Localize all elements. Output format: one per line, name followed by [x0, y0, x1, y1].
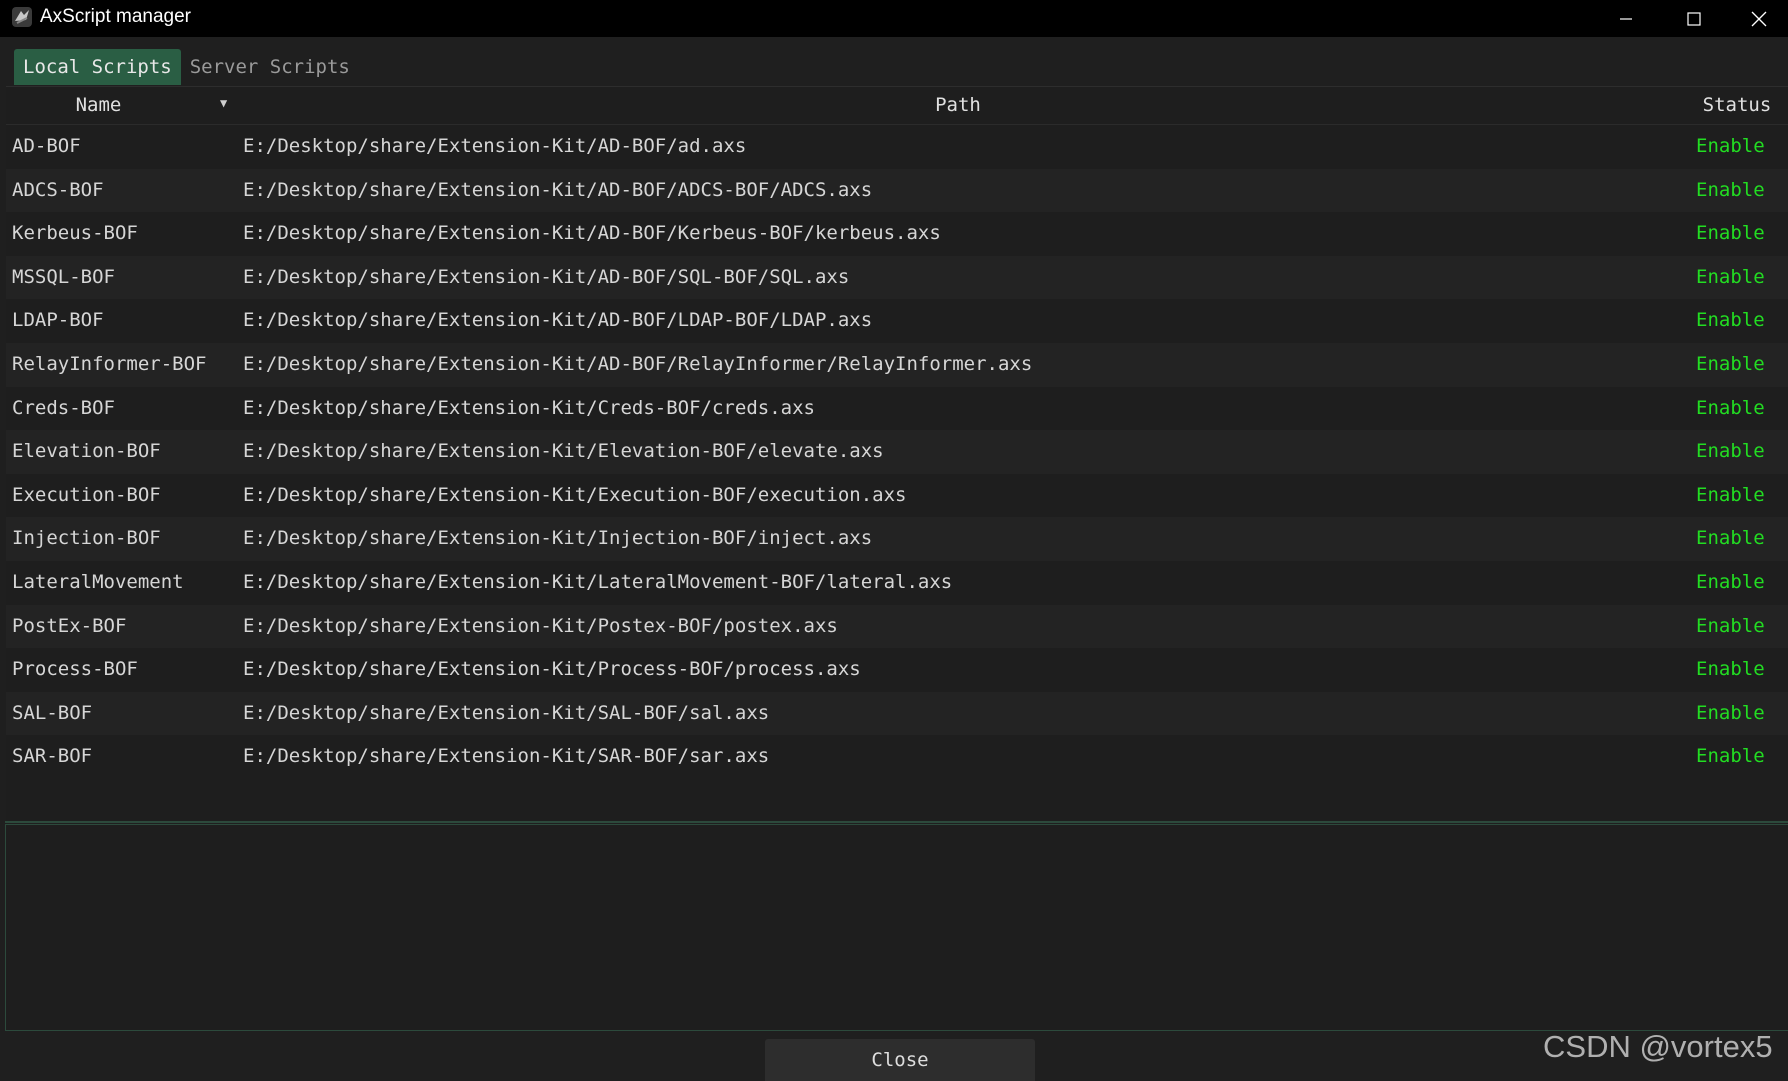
minimize-button[interactable] — [1592, 0, 1660, 37]
script-path-cell: E:/Desktop/share/Extension-Kit/SAL-BOF/s… — [243, 701, 770, 724]
table-row[interactable]: ADCS-BOF E:/Desktop/share/Extension-Kit/A… — [6, 168, 1788, 213]
table-row[interactable]: PostEx-BOF E:/Desktop/share/Extension-Kit… — [6, 604, 1788, 649]
script-name-cell: Elevation-BOF — [12, 440, 161, 463]
table-row[interactable]: AD-BOF E:/Desktop/share/Extension-Kit/AD-… — [6, 125, 1788, 169]
tab-local-scripts[interactable]: Local Scripts — [14, 49, 181, 85]
script-status-cell: Enable — [1696, 701, 1765, 724]
script-status-cell: Enable — [1696, 483, 1765, 506]
scripts-table: Name ▼ Path Status AD-BOF E:/Desktop/shar… — [6, 86, 1788, 823]
script-name-cell: ADCS-BOF — [12, 178, 104, 201]
maximize-button[interactable] — [1660, 0, 1728, 37]
table-row[interactable]: Creds-BOF E:/Desktop/share/Extension-Kit/… — [6, 386, 1788, 431]
script-name-cell: SAL-BOF — [12, 701, 93, 724]
script-status-cell: Enable — [1696, 352, 1765, 375]
script-path-cell: E:/Desktop/share/Extension-Kit/Process-B… — [243, 658, 861, 681]
script-path-cell: E:/Desktop/share/Extension-Kit/AD-BOF/Ke… — [243, 222, 941, 245]
script-name-cell: LDAP-BOF — [12, 309, 104, 332]
script-name-cell: SAR-BOF — [12, 745, 93, 768]
app-logo-icon — [11, 6, 33, 28]
script-status-cell: Enable — [1696, 309, 1765, 332]
table-row[interactable]: Execution-BOF E:/Desktop/share/Extension-… — [6, 473, 1788, 518]
table-header: Name ▼ Path Status — [6, 87, 1788, 125]
axscript-manager-window: AxScript manager Local Scripts Server Sc… — [0, 0, 1788, 1081]
script-status-cell: Enable — [1696, 527, 1765, 550]
table-row[interactable]: RelayInformer-BOF E:/Desktop/share/Extens… — [6, 342, 1788, 387]
script-path-cell: E:/Desktop/share/Extension-Kit/Creds-BOF… — [243, 396, 815, 419]
script-path-cell: E:/Desktop/share/Extension-Kit/LateralMo… — [243, 570, 953, 593]
close-button[interactable]: Close — [765, 1039, 1035, 1081]
script-name-cell: MSSQL-BOF — [12, 265, 115, 288]
script-path-cell: E:/Desktop/share/Extension-Kit/AD-BOF/ad… — [243, 135, 747, 157]
column-header-name[interactable]: Name — [6, 87, 219, 124]
script-status-cell: Enable — [1696, 135, 1765, 157]
script-path-cell: E:/Desktop/share/Extension-Kit/AD-BOF/AD… — [243, 178, 873, 201]
script-status-cell: Enable — [1696, 222, 1765, 245]
title-bar[interactable]: AxScript manager — [0, 0, 1788, 37]
script-name-cell: Kerbeus-BOF — [12, 222, 138, 245]
table-row[interactable]: LDAP-BOF E:/Desktop/share/Extension-Kit/A… — [6, 299, 1788, 343]
script-tabs: Local Scripts Server Scripts — [14, 49, 359, 85]
column-header-status[interactable]: Status — [1686, 87, 1788, 124]
table-row[interactable]: SAL-BOF E:/Desktop/share/Extension-Kit/SA… — [6, 691, 1788, 736]
table-row[interactable]: Process-BOF E:/Desktop/share/Extension-Ki… — [6, 648, 1788, 692]
column-header-name-label: Name — [75, 94, 122, 116]
script-name-cell: LateralMovement — [12, 570, 184, 593]
script-path-cell: E:/Desktop/share/Extension-Kit/AD-BOF/LD… — [243, 309, 873, 332]
script-path-cell: E:/Desktop/share/Extension-Kit/Postex-BO… — [243, 614, 838, 637]
script-name-cell: Execution-BOF — [12, 483, 161, 506]
table-body: AD-BOF E:/Desktop/share/Extension-Kit/AD-… — [6, 125, 1788, 779]
table-row[interactable]: SAR-BOF E:/Desktop/share/Extension-Kit/SA… — [6, 735, 1788, 779]
watermark-text: CSDN @vortex5 — [1543, 1029, 1773, 1064]
table-row[interactable]: Kerbeus-BOF E:/Desktop/share/Extension-Ki… — [6, 212, 1788, 256]
script-path-cell: E:/Desktop/share/Extension-Kit/SAR-BOF/s… — [243, 745, 770, 768]
sort-descending-icon: ▼ — [220, 96, 228, 110]
script-status-cell: Enable — [1696, 440, 1765, 463]
script-output-panel[interactable] — [5, 824, 1788, 1031]
script-path-cell: E:/Desktop/share/Extension-Kit/Execution… — [243, 483, 907, 506]
script-name-cell: Injection-BOF — [12, 527, 161, 550]
table-row[interactable]: Elevation-BOF E:/Desktop/share/Extension-… — [6, 430, 1788, 474]
script-name-cell: Process-BOF — [12, 658, 138, 681]
script-status-cell: Enable — [1696, 658, 1765, 681]
panel-splitter[interactable] — [5, 821, 1788, 823]
script-path-cell: E:/Desktop/share/Extension-Kit/Elevation… — [243, 440, 884, 463]
script-status-cell: Enable — [1696, 745, 1765, 768]
script-status-cell: Enable — [1696, 614, 1765, 637]
minimize-icon — [1619, 12, 1633, 26]
script-status-cell: Enable — [1696, 396, 1765, 419]
close-icon — [1751, 11, 1767, 27]
maximize-icon — [1687, 11, 1701, 26]
script-status-cell: Enable — [1696, 265, 1765, 288]
script-path-cell: E:/Desktop/share/Extension-Kit/Injection… — [243, 527, 873, 550]
tab-server-scripts[interactable]: Server Scripts — [181, 49, 359, 85]
table-row[interactable]: LateralMovement E:/Desktop/share/Extensio… — [6, 560, 1788, 605]
script-status-cell: Enable — [1696, 178, 1765, 201]
script-name-cell: PostEx-BOF — [12, 614, 127, 637]
close-window-button[interactable] — [1730, 0, 1788, 37]
script-path-cell: E:/Desktop/share/Extension-Kit/AD-BOF/Re… — [243, 352, 1033, 375]
script-status-cell: Enable — [1696, 570, 1765, 593]
table-row[interactable]: Injection-BOF E:/Desktop/share/Extension-… — [6, 517, 1788, 561]
script-name-cell: RelayInformer-BOF — [12, 352, 207, 375]
table-row[interactable]: MSSQL-BOF E:/Desktop/share/Extension-Kit/… — [6, 255, 1788, 300]
script-name-cell: AD-BOF — [12, 135, 81, 157]
column-header-path[interactable]: Path — [238, 87, 1678, 124]
script-name-cell: Creds-BOF — [12, 396, 115, 419]
window-title: AxScript manager — [40, 6, 192, 27]
script-path-cell: E:/Desktop/share/Extension-Kit/AD-BOF/SQ… — [243, 265, 850, 288]
